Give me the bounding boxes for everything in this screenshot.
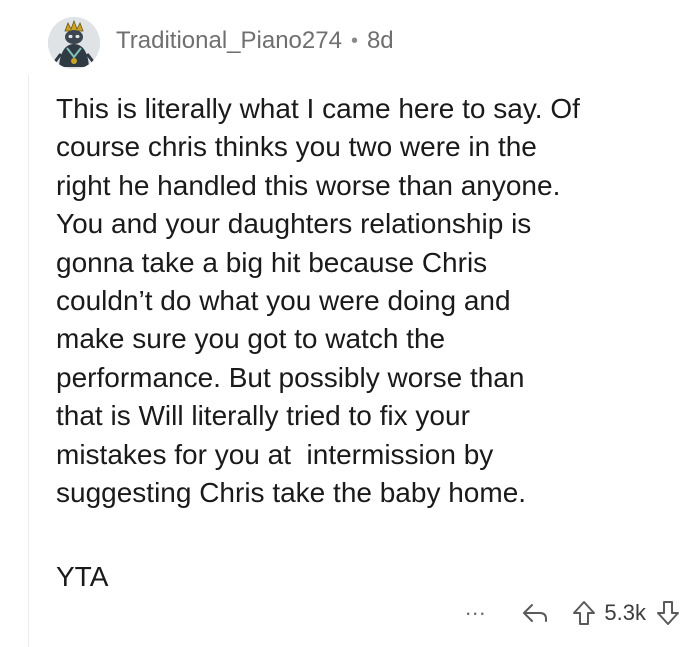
comment-body-line: right he handled this worse than anyone. <box>56 169 561 201</box>
comment: Traditional_Piano274 • 8d This is litera… <box>0 0 700 647</box>
thread-line[interactable] <box>28 75 29 647</box>
comment-body-line: mistakes for you at intermission by <box>56 438 494 470</box>
downvote-button[interactable] <box>656 600 680 626</box>
reply-button[interactable] <box>520 601 550 625</box>
comment-body-line: course chris thinks you two were in the <box>56 131 537 163</box>
comment-body: This is literally what I came here to sa… <box>56 90 686 512</box>
comment-header: Traditional_Piano274 • 8d <box>48 14 394 72</box>
comment-body-line: You and your daughters relationship is <box>56 208 532 240</box>
comment-body-line: performance. But possibly worse than <box>56 361 525 393</box>
upvote-button[interactable] <box>572 600 596 626</box>
downvote-arrow-icon <box>657 601 679 625</box>
username-link[interactable]: Traditional_Piano274 <box>116 27 342 55</box>
avatar[interactable] <box>48 17 100 69</box>
avatar-image <box>48 17 100 69</box>
comment-body-line: couldn’t do what you were doing and <box>56 285 511 317</box>
vote-score: 5.3k <box>604 600 646 625</box>
comment-meta: Traditional_Piano274 • 8d <box>116 27 394 55</box>
reply-arrow-icon <box>523 604 548 622</box>
comment-body-line: This is literally what I came here to sa… <box>56 93 580 124</box>
comment-body-line: that is Will literally tried to fix your <box>56 400 470 432</box>
meta-separator: • <box>350 29 358 52</box>
more-options-button[interactable]: ... <box>465 597 486 629</box>
comment-age: 8d <box>366 27 394 54</box>
upvote-arrow-icon <box>573 601 596 625</box>
comment-body-line: suggesting Chris take the baby home. <box>56 477 527 509</box>
comment-body-line: gonna take a big hit because Chris <box>56 246 488 278</box>
comment-verdict: YTA <box>56 561 109 592</box>
comment-body-line: make sure you got to watch the <box>56 323 446 355</box>
comment-actions: ... 5.3k <box>465 596 680 630</box>
